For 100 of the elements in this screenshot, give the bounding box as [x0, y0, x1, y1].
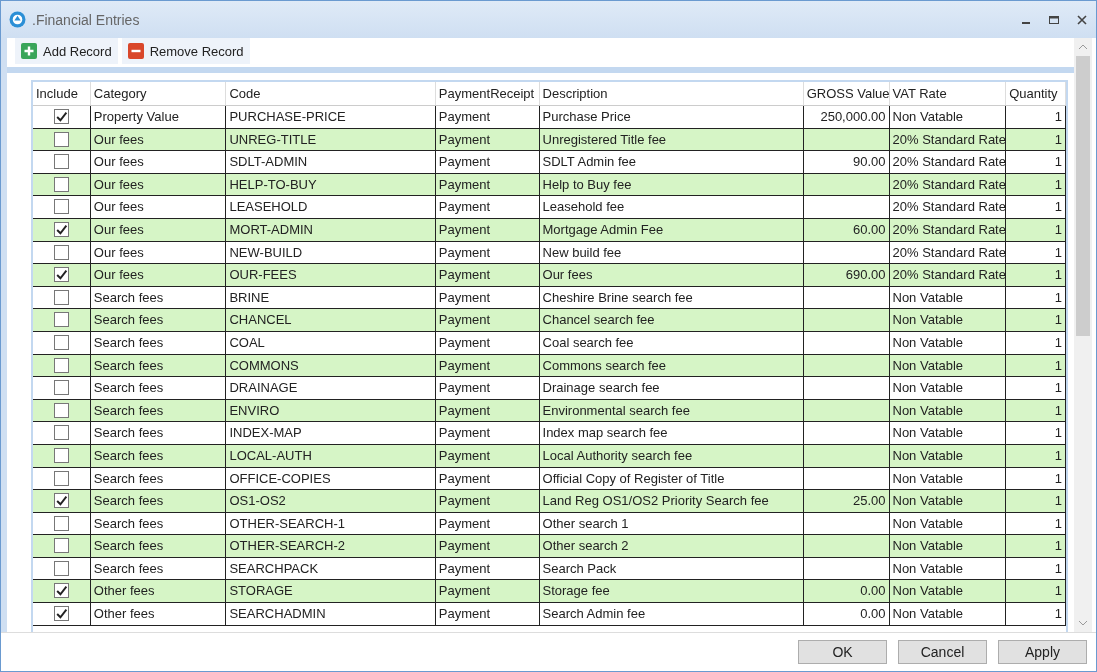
table-cell: Chancel search fee [542, 312, 655, 328]
maximize-icon[interactable] [1048, 13, 1060, 26]
table-cell: CHANCEL [229, 312, 292, 328]
remove-record-button[interactable]: Remove Record [121, 38, 250, 64]
table-cell: OS1-OS2 [229, 493, 286, 509]
table-cell: Payment [438, 312, 491, 328]
table-cell: SEARCHPACK [229, 560, 319, 576]
table-cell: 1 [1054, 131, 1062, 147]
dialog-button[interactable]: OK [798, 640, 887, 664]
include-checkbox[interactable] [53, 154, 69, 170]
include-checkbox[interactable] [53, 560, 69, 576]
include-checkbox[interactable] [53, 199, 69, 215]
dialog-button[interactable]: Apply [998, 640, 1087, 664]
include-checkbox[interactable] [53, 515, 69, 531]
dialog-button[interactable]: Cancel [898, 640, 987, 664]
column-header[interactable]: Include [33, 82, 91, 105]
table-cell: 1 [1054, 515, 1062, 531]
vertical-scrollbar[interactable] [1074, 38, 1092, 632]
table-cell: Payment [438, 425, 491, 441]
table-cell: Search fees [93, 493, 164, 509]
minus-icon [127, 43, 144, 59]
table-cell: OUR-FEES [229, 267, 297, 283]
include-checkbox[interactable] [53, 447, 69, 463]
table-cell: Other search 2 [542, 538, 629, 554]
column-header[interactable]: PaymentReceipt [435, 82, 540, 105]
table-cell: 1 [1054, 244, 1062, 260]
include-checkbox[interactable] [53, 357, 69, 373]
include-checkbox[interactable] [53, 334, 69, 350]
table-cell: Search fees [93, 560, 164, 576]
include-checkbox[interactable] [53, 267, 69, 283]
include-checkbox[interactable] [53, 425, 69, 441]
table-cell: 1 [1054, 470, 1062, 486]
table-cell: 1 [1054, 109, 1062, 124]
column-header[interactable]: GROSS Value [803, 82, 890, 105]
table-cell: DRAINAGE [229, 380, 298, 396]
table-cell: MORT-ADMIN [229, 221, 313, 237]
table-cell: INDEX-MAP [229, 425, 302, 441]
table-cell: Our fees [93, 267, 144, 283]
table-cell: Official Copy of Register of Title [542, 470, 725, 486]
table-cell: Payment [438, 470, 491, 486]
include-checkbox[interactable] [53, 131, 69, 147]
table-cell: 1 [1054, 380, 1062, 396]
table-cell: Payment [438, 221, 491, 237]
table-cell: Non Vatable [892, 538, 964, 554]
table-cell: 20% Standard Rate [892, 154, 1006, 170]
window-title: .Financial Entries [32, 11, 140, 28]
table-cell: Payment [438, 447, 491, 463]
table-cell: Search fees [93, 470, 164, 486]
column-header[interactable]: VAT Rate [889, 82, 1007, 105]
table-cell: Environmental search fee [542, 402, 690, 418]
include-checkbox[interactable] [53, 109, 69, 124]
include-checkbox[interactable] [53, 244, 69, 260]
include-checkbox[interactable] [53, 606, 69, 622]
column-header[interactable]: Code [226, 82, 436, 105]
table-cell: Payment [438, 267, 491, 283]
table-cell: 1 [1054, 402, 1062, 418]
table-cell: Non Vatable [892, 402, 964, 418]
table-cell: SDLT-ADMIN [229, 154, 308, 170]
include-checkbox[interactable] [53, 470, 69, 486]
table-cell: PURCHASE-PRICE [229, 109, 346, 124]
table-cell: 1 [1054, 560, 1062, 576]
table-cell: Non Vatable [892, 493, 964, 509]
table-cell: 1 [1054, 357, 1062, 373]
include-checkbox[interactable] [53, 312, 69, 328]
include-checkbox[interactable] [53, 176, 69, 192]
table-cell: Payment [438, 538, 491, 554]
include-checkbox[interactable] [53, 289, 69, 305]
include-checkbox[interactable] [53, 402, 69, 418]
column-header[interactable]: Description [539, 82, 804, 105]
table-cell: Non Vatable [892, 334, 964, 350]
table-cell: Our fees [93, 131, 144, 147]
scroll-up-icon[interactable] [1078, 44, 1088, 50]
table-cell: Our fees [93, 176, 144, 192]
table-cell: Non Vatable [892, 583, 964, 599]
table-cell: Our fees [93, 244, 144, 260]
include-checkbox[interactable] [53, 380, 69, 396]
table-cell: Non Vatable [892, 357, 964, 373]
add-record-button[interactable]: Add Record [15, 38, 118, 64]
table-cell: Payment [438, 380, 491, 396]
column-header[interactable]: Category [90, 82, 227, 105]
table-cell: 690.00 [845, 267, 886, 283]
table-cell: 250,000.00 [820, 109, 886, 124]
table-cell: Search fees [93, 334, 164, 350]
scroll-down-icon[interactable] [1078, 620, 1088, 626]
table-cell: 20% Standard Rate [892, 176, 1006, 192]
scrollbar-thumb[interactable] [1076, 56, 1090, 336]
table-cell: Search fees [93, 380, 164, 396]
include-checkbox[interactable] [53, 493, 69, 509]
column-header[interactable]: Quantity [1006, 82, 1066, 105]
include-checkbox[interactable] [53, 538, 69, 554]
table-cell: Property Value [93, 109, 179, 124]
include-checkbox[interactable] [53, 221, 69, 237]
table-cell: Payment [438, 606, 491, 622]
include-checkbox[interactable] [53, 583, 69, 599]
table-cell: Payment [438, 289, 491, 305]
plus-icon [21, 43, 37, 59]
table-cell: Help to Buy fee [542, 176, 632, 192]
table-cell: 90.00 [852, 154, 886, 170]
close-icon[interactable] [1076, 13, 1088, 26]
table-cell: Storage fee [542, 583, 610, 599]
